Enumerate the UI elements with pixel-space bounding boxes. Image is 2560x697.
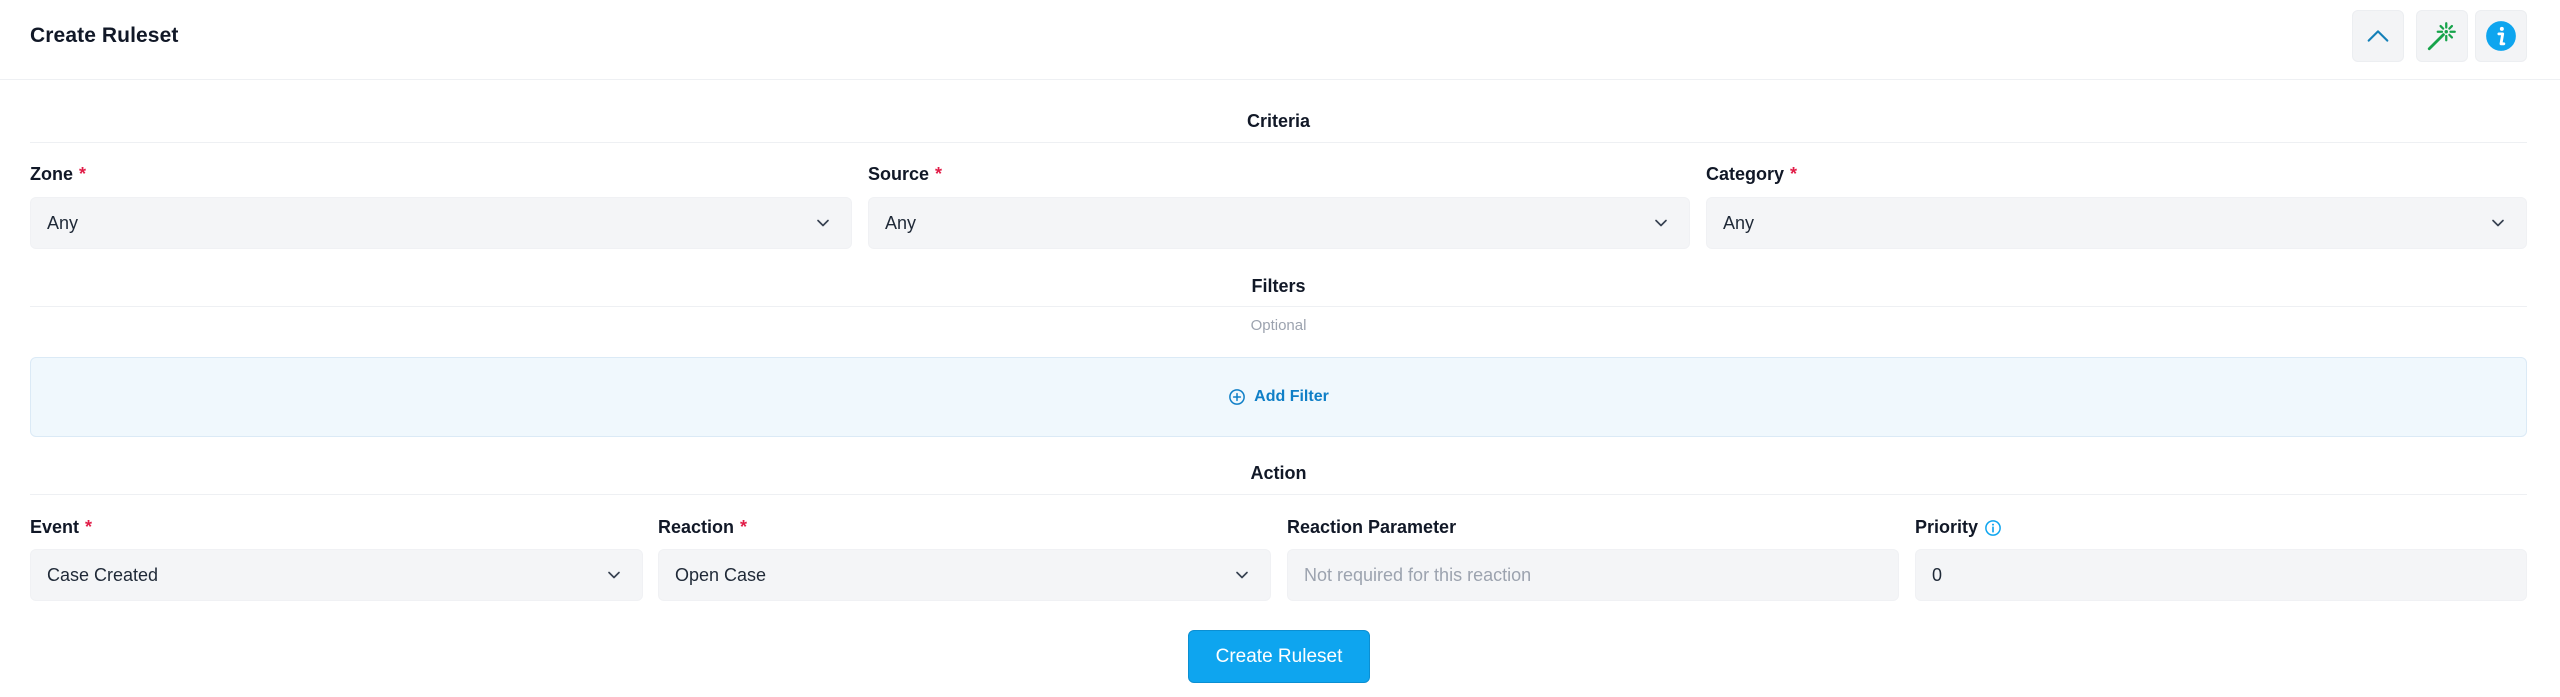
page-title: Create Ruleset [30, 24, 179, 47]
filters-divider [30, 306, 2527, 307]
plus-circle-icon [1229, 389, 1246, 405]
criteria-divider [30, 142, 2527, 143]
action-divider [30, 494, 2527, 495]
source-label: Source * [868, 164, 943, 184]
add-filter-button[interactable]: Add Filter [1228, 388, 1329, 406]
event-select[interactable]: Case Created [30, 549, 643, 601]
chevron-up-icon [2367, 30, 2389, 42]
reaction-parameter-input[interactable]: Not required for this reaction [1287, 549, 1899, 601]
chevron-down-icon [1236, 571, 1248, 579]
required-mark: * [935, 164, 943, 184]
info-outline-icon[interactable] [1984, 519, 2002, 537]
collapse-button[interactable] [2352, 10, 2404, 62]
filters-optional-note: Optional [1250, 317, 1307, 334]
priority-input[interactable]: 0 [1915, 549, 2527, 601]
priority-label: Priority [1915, 517, 2002, 538]
info-icon [2486, 21, 2516, 51]
filter-drop-zone: Add Filter [30, 357, 2527, 437]
magic-wand-button[interactable] [2416, 10, 2468, 62]
chevron-down-icon [2492, 219, 2504, 227]
reaction-parameter-label: Reaction Parameter [1287, 517, 1457, 537]
chevron-down-icon [817, 219, 829, 227]
chevron-down-icon [1655, 219, 1667, 227]
create-ruleset-button[interactable]: Create Ruleset [1188, 630, 1370, 683]
required-mark: * [79, 164, 87, 184]
magic-wand-icon [2427, 22, 2456, 51]
category-label: Category * [1706, 164, 1798, 184]
event-label: Event * [30, 517, 93, 537]
filters-heading: Filters [1251, 276, 1306, 296]
required-mark: * [1790, 164, 1798, 184]
reaction-label: Reaction * [658, 517, 748, 537]
chevron-down-icon [608, 571, 620, 579]
action-heading: Action [1250, 463, 1307, 483]
reaction-select[interactable]: Open Case [658, 549, 1271, 601]
zone-label: Zone * [30, 164, 87, 184]
category-select[interactable]: Any [1706, 197, 2527, 249]
required-mark: * [85, 517, 93, 537]
criteria-heading: Criteria [1246, 111, 1311, 131]
create-ruleset-page: Create Ruleset Criteria Zone * Any Sourc… [0, 0, 2560, 697]
header-bar: Create Ruleset [0, 0, 2560, 80]
required-mark: * [740, 517, 748, 537]
zone-select[interactable]: Any [30, 197, 852, 249]
info-button[interactable] [2475, 10, 2527, 62]
source-select[interactable]: Any [868, 197, 1690, 249]
